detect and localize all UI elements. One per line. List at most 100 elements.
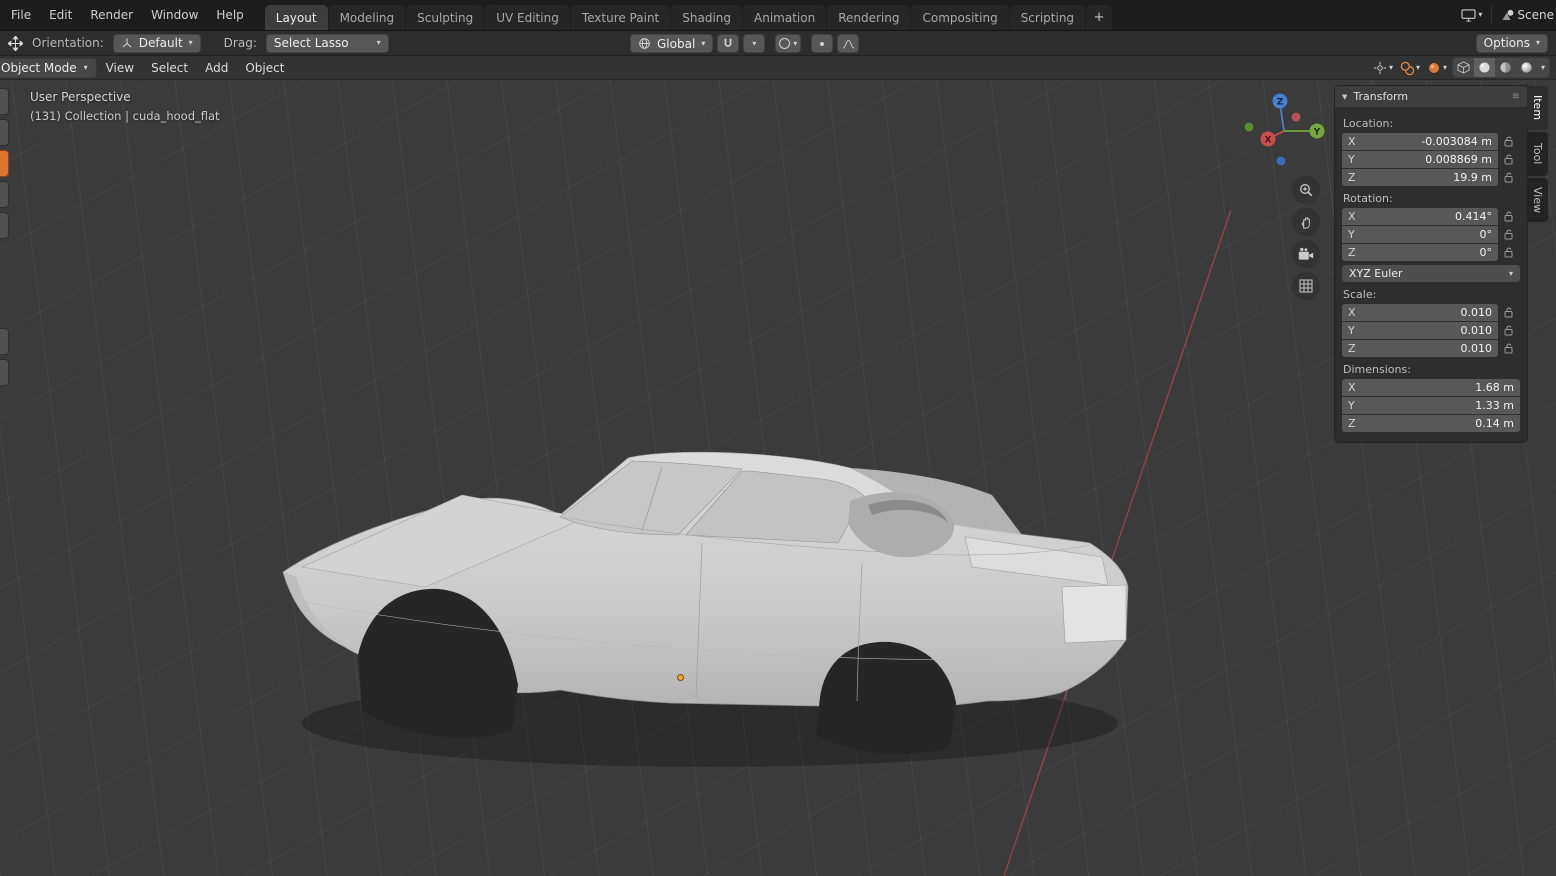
gizmo-minus-y-axis[interactable] (1245, 123, 1254, 132)
axis-label: Y (1348, 153, 1360, 166)
ortho-toggle-button[interactable] (1292, 272, 1320, 300)
dimensions-z-row: Z 0.14 m (1342, 415, 1520, 432)
zoom-button[interactable] (1292, 176, 1320, 204)
car-model-3d-object[interactable] (250, 435, 1150, 865)
workspace-tab-uv-editing[interactable]: UV Editing (485, 5, 570, 30)
dimensions-x-field[interactable]: X 1.68 m (1342, 379, 1520, 396)
scale-z-field[interactable]: Z 0.010 (1342, 340, 1498, 357)
toolbar-strip (0, 88, 11, 390)
tool-button[interactable] (0, 359, 9, 386)
location-z-lock[interactable] (1498, 172, 1520, 183)
location-x-field[interactable]: X -0.003084 m (1342, 133, 1498, 150)
proportional-objects-toggle[interactable] (811, 34, 833, 53)
shading-material-button[interactable] (1495, 58, 1516, 77)
rotation-y-lock[interactable] (1498, 229, 1520, 240)
rotation-x-field[interactable]: X 0.414° (1342, 208, 1498, 225)
rotation-x-lock[interactable] (1498, 211, 1520, 222)
workspace-tab-layout[interactable]: Layout (265, 5, 328, 30)
rotation-z-field[interactable]: Z 0° (1342, 244, 1498, 261)
menu-select[interactable]: Select (143, 56, 196, 79)
transform-panel-header[interactable]: ▼ Transform ≡ (1335, 86, 1527, 107)
object-origin-dot[interactable] (677, 674, 684, 681)
rotation-mode-dropdown[interactable]: XYZ Euler ▾ (1342, 265, 1520, 282)
toolbar-gap (0, 243, 11, 328)
workspace-tab-texture-paint[interactable]: Texture Paint (571, 5, 670, 30)
pan-button[interactable] (1292, 208, 1320, 236)
scale-y-lock[interactable] (1498, 325, 1520, 336)
dimensions-y-field[interactable]: Y 1.33 m (1342, 397, 1520, 414)
sidebar-tab-item[interactable]: Item (1527, 86, 1548, 130)
menu-view[interactable]: View (98, 56, 142, 79)
active-window-dropdown[interactable]: ▾ (1459, 6, 1484, 25)
scene-selector[interactable]: Scene (1499, 6, 1556, 25)
scale-group: X 0.010 Y 0.010 (1342, 304, 1520, 357)
show-overlays-dropdown[interactable]: ▾ (1398, 58, 1422, 77)
rotation-y-field[interactable]: Y 0° (1342, 226, 1498, 243)
3d-viewport[interactable]: User Perspective (131) Collection | cuda… (0, 80, 1556, 876)
add-workspace-button[interactable]: + (1086, 5, 1112, 30)
hand-icon (1299, 215, 1314, 230)
tool-button[interactable] (0, 181, 9, 208)
gizmo-minus-x-axis[interactable] (1292, 113, 1301, 122)
xray-toggle-dropdown[interactable]: ▾ (1425, 58, 1449, 77)
menu-help[interactable]: Help (207, 0, 252, 30)
xray-icon (1427, 61, 1441, 75)
location-y-lock[interactable] (1498, 154, 1520, 165)
unlock-icon (1504, 247, 1514, 258)
tool-button[interactable] (0, 119, 9, 146)
shading-mode-group: ▾ (1452, 57, 1550, 78)
rotation-z-lock[interactable] (1498, 247, 1520, 258)
menu-object[interactable]: Object (237, 56, 292, 79)
workspace-tab-scripting[interactable]: Scripting (1010, 5, 1085, 30)
gizmo-minus-z-axis[interactable] (1277, 157, 1286, 166)
sidebar-tab-tool[interactable]: Tool (1527, 132, 1548, 176)
active-tool-button[interactable] (0, 150, 9, 177)
navigation-gizmo[interactable]: Z X Y (1240, 88, 1328, 176)
workspace-tab-modeling[interactable]: Modeling (329, 5, 406, 30)
tool-button[interactable] (0, 328, 9, 355)
tool-button[interactable] (0, 212, 9, 239)
sidebar-tab-view[interactable]: View (1527, 178, 1548, 222)
menu-window[interactable]: Window (142, 0, 207, 30)
shading-solid-button[interactable] (1474, 58, 1495, 77)
shading-wireframe-button[interactable] (1453, 58, 1474, 77)
drag-mode-dropdown[interactable]: Select Lasso ▾ (266, 34, 389, 53)
workspace-tab-sculpting[interactable]: Sculpting (406, 5, 484, 30)
show-gizmos-dropdown[interactable]: ▾ (1371, 58, 1395, 77)
scale-x-field[interactable]: X 0.010 (1342, 304, 1498, 321)
transform-orientation-dropdown[interactable]: Default ▾ (113, 34, 201, 53)
camera-view-button[interactable] (1292, 240, 1320, 268)
dimensions-z-field[interactable]: Z 0.14 m (1342, 415, 1520, 432)
options-dropdown[interactable]: Options ▾ (1476, 34, 1548, 53)
snap-settings-dropdown[interactable]: ▾ (743, 34, 765, 53)
menu-edit[interactable]: Edit (40, 0, 81, 30)
options-label: Options (1484, 36, 1530, 50)
workspace-tab-shading[interactable]: Shading (671, 5, 742, 30)
workspace-tab-compositing[interactable]: Compositing (911, 5, 1008, 30)
scale-y-field[interactable]: Y 0.010 (1342, 322, 1498, 339)
workspace-tab-rendering[interactable]: Rendering (827, 5, 910, 30)
workspace-tab-animation[interactable]: Animation (743, 5, 826, 30)
scale-x-lock[interactable] (1498, 307, 1520, 318)
proportional-falloff-dropdown[interactable] (837, 34, 859, 53)
shading-rendered-button[interactable] (1516, 58, 1537, 77)
tool-button[interactable] (0, 88, 9, 115)
menu-file[interactable]: File (2, 0, 40, 30)
mode-selector[interactable]: Object Mode ▾ (0, 58, 97, 78)
shading-dropdown[interactable]: ▾ (1537, 64, 1549, 72)
snap-toggle[interactable] (717, 34, 739, 53)
location-z-field[interactable]: Z 19.9 m (1342, 169, 1498, 186)
location-x-lock[interactable] (1498, 136, 1520, 147)
unlock-icon (1504, 325, 1514, 336)
location-y-field[interactable]: Y 0.008869 m (1342, 151, 1498, 168)
menu-render[interactable]: Render (81, 0, 142, 30)
drag-label: Drag: (224, 36, 257, 50)
menu-add[interactable]: Add (197, 56, 236, 79)
transform-space-dropdown[interactable]: Global ▾ (630, 34, 713, 53)
scale-z-lock[interactable] (1498, 343, 1520, 354)
dimensions-x-value: 1.68 m (1475, 381, 1514, 394)
location-z-value: 19.9 m (1453, 171, 1492, 184)
panel-grip-icon[interactable]: ≡ (1512, 91, 1520, 102)
proportional-editing-toggle[interactable]: ▾ (775, 34, 801, 53)
orientation-label: Orientation: (32, 36, 104, 50)
